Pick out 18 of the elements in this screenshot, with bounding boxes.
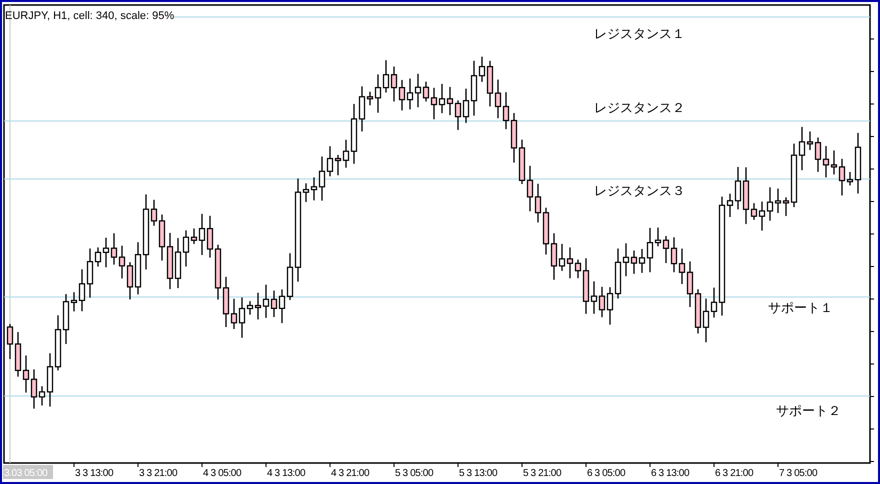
axis-label: 7 3 05:00 — [779, 468, 818, 479]
axis-label: 3 3 21:00 — [139, 468, 178, 479]
axis-label: 4 3 21:00 — [331, 468, 370, 479]
axis-label: 6 3 21:00 — [715, 468, 754, 479]
axis-label: 5 3 13:00 — [459, 468, 498, 479]
level-label: サポート１ — [768, 301, 833, 316]
level-label: レジスタンス２ — [594, 101, 685, 116]
level-label: サポート２ — [776, 404, 841, 419]
level-label: レジスタンス３ — [594, 184, 685, 199]
chart-title: EURJPY, H1, cell: 340, scale: 95% — [5, 10, 174, 22]
axis-label: 3 3 13:00 — [75, 468, 114, 479]
axis-label: 5 3 21:00 — [523, 468, 562, 479]
axis-label: 6 3 05:00 — [587, 468, 626, 479]
axis-label: 5 3 05:00 — [395, 468, 434, 479]
axis-label: 4 3 13:00 — [267, 468, 306, 479]
level-label: レジスタンス１ — [594, 27, 685, 42]
axis-label: 6 3 13:00 — [651, 468, 690, 479]
axis-label: 4 3 05:00 — [203, 468, 242, 479]
